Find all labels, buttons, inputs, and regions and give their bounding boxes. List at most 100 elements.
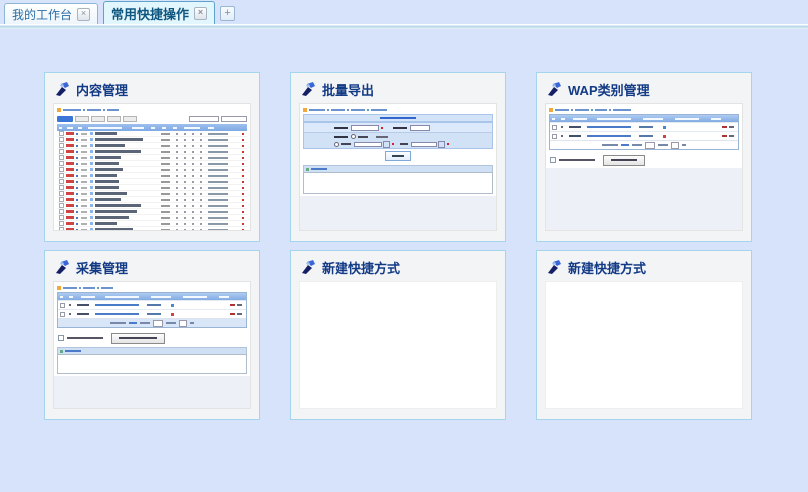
- thumb-decor: [611, 159, 637, 161]
- thumb-decor: [242, 157, 244, 159]
- checkbox: [59, 131, 64, 136]
- tab-quick-actions[interactable]: 常用快捷操作 ×: [103, 1, 215, 24]
- thumb-decor: [147, 313, 161, 315]
- close-icon[interactable]: ×: [194, 7, 207, 20]
- title-cell: [95, 228, 159, 231]
- thumb-table-row: [550, 122, 738, 131]
- alert-cell: [242, 199, 244, 201]
- card-thumbnail-blank[interactable]: [299, 281, 497, 409]
- thumb-decor: [569, 126, 581, 128]
- thumb-decor: [176, 133, 178, 135]
- title-cell: [95, 174, 159, 177]
- thumb-decor: [183, 296, 207, 298]
- alert-cell: [242, 163, 244, 165]
- thumb-decor: [242, 211, 244, 213]
- thumb-decor: [151, 296, 171, 298]
- thumb-decor: [208, 163, 228, 165]
- thumb-decor: [176, 223, 178, 225]
- thumb-decor: [192, 205, 194, 207]
- thumb-decor: [632, 144, 642, 146]
- thumb-decor: [69, 296, 73, 298]
- title-cell: [95, 162, 159, 165]
- thumb-decor: [176, 187, 178, 189]
- thumb-decor: [101, 287, 113, 289]
- thumb-decor: [208, 199, 228, 201]
- thumb-decor: [171, 304, 174, 307]
- thumb-decor: [76, 181, 78, 183]
- thumb-decor: [192, 181, 194, 183]
- card-thumbnail-wap-table[interactable]: [545, 103, 743, 231]
- card-title: 新建快捷方式: [301, 258, 400, 276]
- thumb-decor: [81, 296, 95, 298]
- alert-cell: [242, 211, 244, 213]
- card-thumbnail-collect-table[interactable]: [53, 281, 251, 409]
- thumb-decor: [184, 157, 186, 159]
- thumb-decor: [76, 229, 78, 231]
- thumb-decor: [66, 138, 74, 141]
- thumb-decor: [184, 151, 186, 153]
- card-thumbnail-export-form[interactable]: [299, 103, 497, 231]
- thumb-decor: [208, 127, 214, 129]
- card-content-management[interactable]: 内容管理: [44, 72, 260, 242]
- thumb-decor: [76, 133, 78, 135]
- thumb-decor: [208, 151, 228, 153]
- thumb-decor: [90, 156, 93, 159]
- thumb-decor: [711, 118, 721, 120]
- thumb-decor: [81, 169, 87, 171]
- thumb-decor: [192, 151, 194, 153]
- checkbox: [59, 155, 64, 160]
- alert-cell: [242, 229, 244, 231]
- thumb-decor: [184, 217, 186, 219]
- thumb-decor: [161, 151, 170, 153]
- folder-icon: [303, 108, 307, 112]
- thumb-decor: [242, 133, 244, 135]
- thumb-decor: [552, 118, 555, 120]
- thumb-decor: [208, 133, 228, 135]
- alert-cell: [242, 175, 244, 177]
- card-new-shortcut[interactable]: 新建快捷方式: [536, 250, 752, 420]
- card-thumbnail-content-list[interactable]: [53, 103, 251, 231]
- thumb-decor: [192, 157, 194, 159]
- thumb-table: [57, 292, 247, 328]
- checkbox: [60, 312, 65, 317]
- thumb-decor: [341, 143, 351, 145]
- close-icon[interactable]: ×: [77, 8, 90, 21]
- thumb-decor: [161, 199, 170, 201]
- thumb-decor: [208, 181, 228, 183]
- thumb-decor: [192, 163, 194, 165]
- card-collection-management[interactable]: 采集管理: [44, 250, 260, 420]
- folder-icon: [57, 286, 61, 290]
- card-new-shortcut[interactable]: 新建快捷方式: [290, 250, 506, 420]
- thumb-decor: [95, 132, 117, 135]
- alert-cell: [242, 139, 244, 141]
- thumb-decor: [81, 205, 87, 207]
- thumb-decor: [81, 145, 87, 147]
- thumb-decor: [90, 198, 93, 201]
- thumb-decor: [200, 199, 202, 201]
- card-thumbnail-blank[interactable]: [545, 281, 743, 409]
- thumb-table-row: [550, 131, 738, 140]
- title-cell: [95, 156, 159, 159]
- card-title: 采集管理: [55, 258, 128, 276]
- thumb-decor: [176, 229, 178, 231]
- thumb-decor: [147, 304, 161, 306]
- thumb-decor: [81, 139, 87, 141]
- tab-my-workspace[interactable]: 我的工作台 ×: [4, 3, 98, 24]
- card-wap-category-management[interactable]: WAP类别管理: [536, 72, 752, 242]
- thumb-decor: [658, 144, 668, 146]
- thumb-decor: [66, 204, 74, 207]
- thumb-decor: [66, 174, 74, 177]
- thumb-decor: [208, 139, 228, 141]
- thumb-decor: [69, 304, 71, 306]
- thumb-decor: [347, 109, 349, 111]
- thumb-decor: [334, 127, 348, 129]
- thumb-decor: [119, 337, 157, 339]
- thumb-decor: [161, 145, 170, 147]
- thumb-decor: [81, 223, 87, 225]
- thumb-breadcrumb: [57, 285, 247, 291]
- pager-input: [671, 142, 679, 149]
- thumb-decor: [192, 193, 194, 195]
- radio: [334, 142, 339, 147]
- card-batch-export[interactable]: 批量导出: [290, 72, 506, 242]
- add-tab-button[interactable]: +: [220, 6, 235, 21]
